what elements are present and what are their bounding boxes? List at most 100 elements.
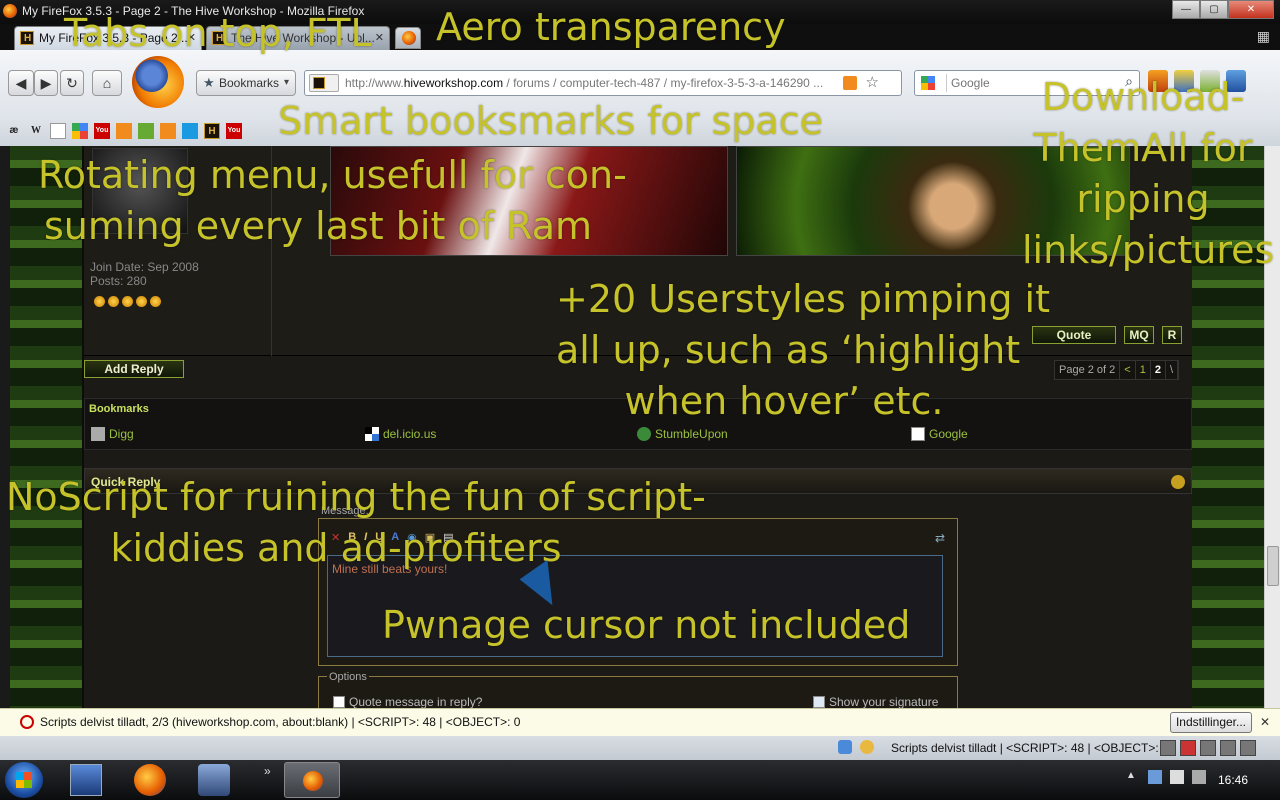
bookmark-rss-icon[interactable] xyxy=(116,123,132,139)
windows-taskbar: » ▲ 16:46 xyxy=(0,760,1280,800)
bookmark-youtube-icon[interactable]: You xyxy=(94,123,110,139)
digg-link[interactable]: Digg xyxy=(91,427,134,441)
firefox-pinned-icon[interactable] xyxy=(134,764,166,796)
status-text: Scripts delvist tilladt | <SCRIPT>: 48 |… xyxy=(891,741,1169,755)
annotation-aero: Aero transparency xyxy=(436,5,786,49)
bookmark-star-icon[interactable]: ☆ xyxy=(866,73,879,91)
prev-page-link[interactable]: < xyxy=(1120,361,1136,379)
reload-button[interactable]: ↻ xyxy=(60,70,84,96)
annotation-rotating-menu: Rotating menu, usefull for con- suming e… xyxy=(38,153,627,248)
bookmark-blue-icon[interactable] xyxy=(182,123,198,139)
reputation-icons xyxy=(94,296,161,307)
bookmark-hive-icon[interactable]: H xyxy=(204,123,220,139)
bookmark-rss-icon[interactable] xyxy=(160,123,176,139)
bookmark-google-icon[interactable] xyxy=(72,123,88,139)
tray-expand-icon[interactable]: ▲ xyxy=(1126,770,1140,784)
bookmarks-heading: Bookmarks xyxy=(89,403,149,415)
quicklaunch-overflow-icon[interactable]: » xyxy=(264,764,271,778)
noscript-options-button[interactable]: Indstillinger... xyxy=(1170,712,1252,733)
collapse-icon[interactable] xyxy=(1171,475,1185,489)
annotation-userstyles: +20 Userstyles pimping it all up, such a… xyxy=(556,277,1050,423)
home-button[interactable]: ⌂ xyxy=(92,70,122,96)
rss-feed-icon[interactable] xyxy=(843,76,857,90)
addon-status-icon[interactable] xyxy=(1200,740,1216,756)
status-right-icons xyxy=(1160,740,1256,756)
firefox-icon xyxy=(402,31,416,45)
rep-icon xyxy=(94,296,105,307)
smiley-icon[interactable] xyxy=(860,740,874,754)
addon-status-icon[interactable] xyxy=(1160,740,1176,756)
tray-app-icon[interactable] xyxy=(1148,770,1162,784)
stumbleupon-icon xyxy=(637,427,651,441)
noscript-close-icon[interactable]: ✕ xyxy=(1260,715,1270,729)
close-button[interactable]: ✕ xyxy=(1228,0,1274,19)
url-text[interactable]: http://www.hiveworkshop.com / forums / c… xyxy=(345,76,845,90)
bookmark-page-icon[interactable] xyxy=(50,123,66,139)
firefox-icon xyxy=(3,4,17,18)
noscript-notification-bar: Scripts delvist tilladt, 2/3 (hiveworksh… xyxy=(0,708,1280,736)
annotation-smart-bookmarks: Smart booksmarks for space xyxy=(278,99,824,143)
quote-button[interactable]: Quote xyxy=(1032,326,1116,344)
maximize-button[interactable]: ▢ xyxy=(1200,0,1228,19)
screen: My FireFox 3.5.3 - Page 2 - The Hive Wor… xyxy=(0,0,1280,800)
taskbar-clock[interactable]: 16:46 xyxy=(1218,773,1248,787)
back-button[interactable]: ◀ xyxy=(8,70,34,96)
network-icon[interactable] xyxy=(1170,770,1184,784)
bookmark-wikipedia-icon[interactable]: W xyxy=(28,123,44,139)
annotation-cursor: Pwnage cursor not included xyxy=(382,603,911,647)
volume-icon[interactable] xyxy=(1192,770,1206,784)
addon-status-icon[interactable] xyxy=(1220,740,1236,756)
firefox-rotating-menu-icon[interactable] xyxy=(132,56,184,108)
tab-close-icon[interactable]: ✕ xyxy=(375,27,384,49)
start-button[interactable] xyxy=(5,762,43,798)
delicious-link[interactable]: del.icio.us xyxy=(365,427,436,441)
page-label: Page 2 of 2 xyxy=(1055,361,1121,379)
rep-icon xyxy=(122,296,133,307)
google-icon xyxy=(921,76,935,90)
quote-message-checkbox[interactable]: Quote message in reply? xyxy=(333,695,482,708)
rep-icon xyxy=(150,296,161,307)
firefox-task-button[interactable] xyxy=(284,762,340,798)
search-engine-selector[interactable] xyxy=(917,74,947,92)
addon-status-icon[interactable] xyxy=(1240,740,1256,756)
forward-button[interactable]: ▶ xyxy=(34,70,58,96)
show-signature-checkbox[interactable]: Show your signature xyxy=(813,695,938,708)
minimize-button[interactable]: — xyxy=(1172,0,1200,19)
hive-favicon-icon xyxy=(20,28,34,50)
multiquote-button[interactable]: MQ xyxy=(1124,326,1154,344)
report-button[interactable]: R xyxy=(1162,326,1182,344)
bookmark-youtube-icon[interactable]: You xyxy=(226,123,242,139)
google-icon xyxy=(911,427,925,441)
bookmark-ae-icon[interactable]: æ xyxy=(6,123,22,139)
noscript-status-icon[interactable] xyxy=(1180,740,1196,756)
shortcut-icon[interactable] xyxy=(198,764,230,796)
show-desktop-icon[interactable] xyxy=(70,764,102,796)
annotation-noscript: NoScript for ruining the fun of script- … xyxy=(6,475,706,570)
status-bar: Scripts delvist tilladt | <SCRIPT>: 48 |… xyxy=(0,736,1280,760)
join-date: Join Date: Sep 2008 xyxy=(90,260,199,274)
switch-editor-icon[interactable]: ⇄ xyxy=(935,531,945,545)
site-identity-button[interactable] xyxy=(309,74,339,92)
scrollbar-thumb[interactable] xyxy=(1267,546,1279,586)
add-reply-button[interactable]: Add Reply xyxy=(84,360,184,378)
noscript-message: Scripts delvist tilladt, 2/3 (hiveworksh… xyxy=(40,715,521,729)
page-1-link[interactable]: 1 xyxy=(1136,361,1151,379)
last-page-link[interactable]: \ xyxy=(1166,361,1179,379)
list-all-tabs-icon[interactable]: ▦ xyxy=(1257,28,1270,45)
new-tab-button[interactable] xyxy=(395,27,421,49)
rep-icon xyxy=(136,296,147,307)
options-label: Options xyxy=(327,671,369,683)
bookmark-addon-icon[interactable] xyxy=(138,123,154,139)
stumbleupon-link[interactable]: StumbleUpon xyxy=(637,427,728,441)
page-navigation: Page 2 of 2 < 1 2 \ xyxy=(1054,360,1180,380)
window-controls: — ▢ ✕ xyxy=(1172,0,1274,19)
annotation-tabs-on-top: Tabs on top, FTL xyxy=(64,11,372,55)
url-bar[interactable]: http://www.hiveworkshop.com / forums / c… xyxy=(304,70,902,96)
firefox-icon xyxy=(303,771,323,791)
bookmarks-menu-button[interactable]: Bookmarks xyxy=(196,70,296,96)
google-link[interactable]: Google xyxy=(911,427,968,441)
status-icons xyxy=(838,740,874,754)
hive-favicon-icon xyxy=(313,77,325,89)
system-tray: ▲ xyxy=(1126,770,1206,784)
addon-status-icon[interactable] xyxy=(838,740,852,754)
